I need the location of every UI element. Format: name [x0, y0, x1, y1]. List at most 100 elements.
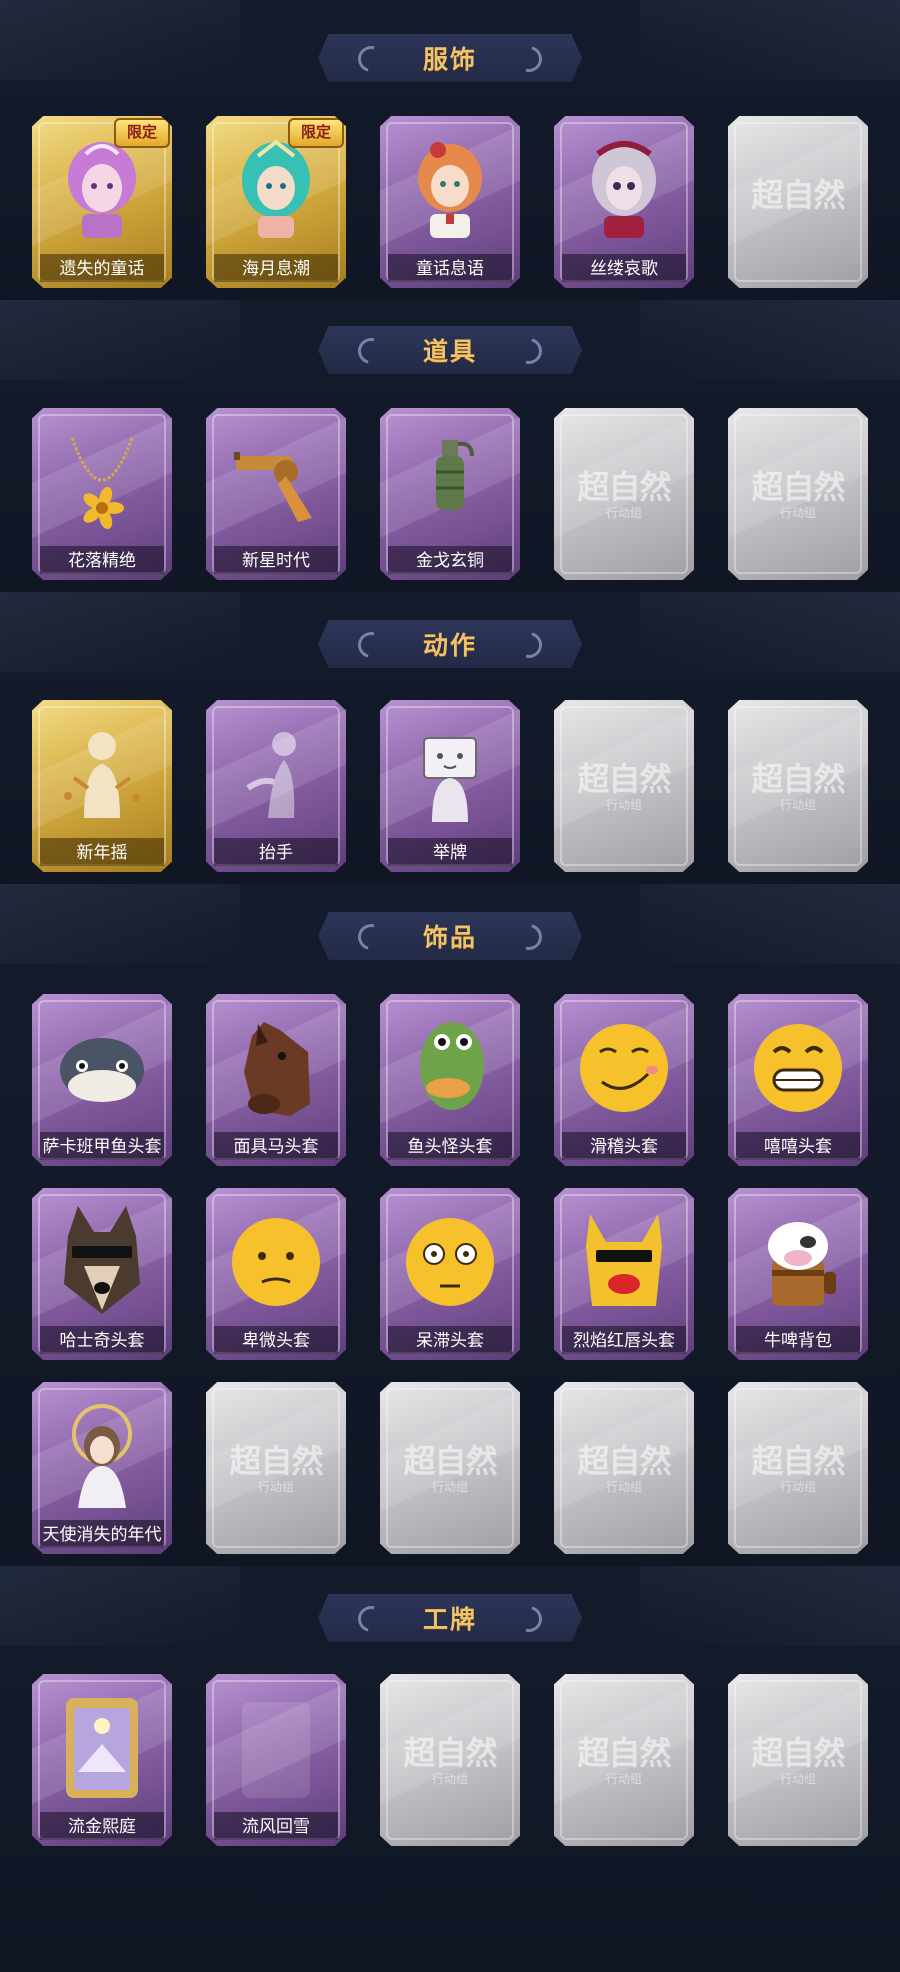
section-title: 工牌	[422, 1605, 477, 1634]
item-name: 鱼头怪头套	[407, 1137, 493, 1157]
item-name: 哈士奇头套	[59, 1331, 145, 1351]
placeholder-logo: 超自然	[577, 1442, 671, 1480]
item-card[interactable]: 卑微头套	[206, 1188, 346, 1360]
item-name: 天使消失的年代	[42, 1525, 162, 1545]
limited-badge: 限定	[288, 118, 344, 148]
section-title: 道具	[422, 337, 477, 366]
section-header-props: 道具	[318, 326, 582, 374]
dance-silhouette-icon	[64, 732, 140, 818]
item-name: 丝缕哀歌	[590, 259, 658, 279]
item-name: 萨卡班甲鱼头套	[42, 1137, 162, 1157]
blank-badge-icon	[242, 1702, 310, 1798]
locked-item-card[interactable]: 超自然 行动组	[728, 700, 868, 872]
locked-item-card[interactable]: 超自然 行动组	[380, 1674, 520, 1846]
item-card[interactable]: 新年摇	[32, 700, 172, 872]
locked-item-card[interactable]: 超自然 行动组	[554, 1674, 694, 1846]
placeholder-logo: 超自然	[751, 468, 845, 506]
item-name: 抬手	[259, 843, 293, 863]
item-name: 新星时代	[242, 551, 310, 571]
section-title: 饰品	[422, 923, 477, 952]
placeholder-logo-subtitle: 行动组	[431, 1772, 468, 1786]
item-card[interactable]: 丝缕哀歌	[554, 116, 694, 288]
blank-stare-emoji-icon	[406, 1218, 494, 1306]
locked-item-card[interactable]: 超自然 行动组	[206, 1382, 346, 1554]
placeholder-logo: 超自然	[751, 1442, 845, 1480]
swirl-ornament-icon	[353, 919, 389, 955]
item-card[interactable]: 鱼头怪头套	[380, 994, 520, 1166]
horse-mask-icon	[244, 1022, 310, 1116]
redhead-girl-portrait	[418, 142, 482, 238]
section-header-clothing: 服饰	[318, 34, 582, 82]
locked-item-card[interactable]: 超自然 行动组	[380, 1382, 520, 1554]
placeholder-logo-subtitle: 行动组	[779, 506, 816, 520]
item-name: 面具马头套	[233, 1137, 319, 1157]
placeholder-logo: 超自然	[403, 1442, 497, 1480]
placeholder-logo-subtitle: 行动组	[779, 1772, 816, 1786]
section-title: 动作	[422, 631, 477, 660]
section-title: 服饰	[422, 45, 477, 74]
sad-emoji-icon	[232, 1218, 320, 1306]
item-card[interactable]: 抬手	[206, 700, 346, 872]
item-card[interactable]: 滑稽头套	[554, 994, 694, 1166]
item-card[interactable]: 新星时代	[206, 408, 346, 580]
item-name: 滑稽头套	[590, 1137, 658, 1157]
item-card[interactable]: 面具马头套	[206, 994, 346, 1166]
revolver-icon	[234, 452, 312, 522]
yellow-mask-red-lips-icon	[586, 1214, 662, 1306]
placeholder-logo: 超自然	[751, 760, 845, 798]
placeholder-logo: 超自然	[577, 760, 671, 798]
item-card[interactable]: 举牌	[380, 700, 520, 872]
item-name: 呆滞头套	[416, 1331, 484, 1351]
item-card[interactable]: 牛啤背包	[728, 1188, 868, 1360]
item-name: 新年摇	[76, 843, 128, 863]
placeholder-logo: 超自然	[577, 468, 671, 506]
item-card[interactable]: 呆滞头套	[380, 1188, 520, 1360]
cow-beer-backpack-icon	[768, 1222, 836, 1306]
item-card[interactable]: 流金熙庭	[32, 1674, 172, 1846]
locked-item-card[interactable]: 超自然 行动组	[554, 1382, 694, 1554]
section-header-accessories: 饰品	[318, 912, 582, 960]
item-card[interactable]: 哈士奇头套	[32, 1188, 172, 1360]
item-card[interactable]: 童话息语	[380, 116, 520, 288]
section-header-badges: 工牌	[318, 1594, 582, 1642]
locked-item-card[interactable]: 超自然	[728, 116, 868, 288]
item-name: 花落精绝	[68, 551, 136, 571]
item-card[interactable]: 遗失的童话 限定	[32, 116, 172, 288]
swirl-ornament-icon	[511, 41, 547, 77]
item-name: 金戈玄铜	[416, 551, 484, 571]
item-card[interactable]: 海月息潮 限定	[206, 116, 346, 288]
limited-badge: 限定	[114, 118, 170, 148]
locked-item-card[interactable]: 超自然 行动组	[728, 1382, 868, 1554]
locked-item-card[interactable]: 超自然 行动组	[728, 408, 868, 580]
grin-emoji-icon	[754, 1024, 842, 1112]
green-fish-monster-icon	[420, 1022, 484, 1110]
grenade-icon	[436, 440, 474, 510]
swirl-ornament-icon	[353, 627, 389, 663]
swirl-ornament-icon	[353, 1601, 389, 1637]
placeholder-logo-subtitle: 行动组	[431, 1480, 468, 1494]
item-card[interactable]: 金戈玄铜	[380, 408, 520, 580]
placeholder-logo-subtitle: 行动组	[605, 1772, 642, 1786]
item-card[interactable]: 嘻嘻头套	[728, 994, 868, 1166]
item-card[interactable]: 花落精绝	[32, 408, 172, 580]
placeholder-logo: 超自然	[751, 1734, 845, 1772]
item-card[interactable]: 天使消失的年代	[32, 1382, 172, 1554]
placeholder-logo-subtitle: 行动组	[779, 798, 816, 812]
hold-sign-icon	[423, 737, 477, 822]
locked-item-card[interactable]: 超自然 行动组	[554, 408, 694, 580]
princess-portrait	[68, 142, 136, 238]
item-name: 流金熙庭	[68, 1817, 136, 1837]
swirl-ornament-icon	[511, 919, 547, 955]
locked-item-card[interactable]: 超自然 行动组	[728, 1674, 868, 1846]
locked-item-card[interactable]: 超自然 行动组	[554, 700, 694, 872]
item-card[interactable]: 萨卡班甲鱼头套	[32, 994, 172, 1166]
item-card[interactable]: 烈焰红唇头套	[554, 1188, 694, 1360]
placeholder-logo-subtitle: 行动组	[605, 506, 642, 520]
placeholder-logo-subtitle: 行动组	[605, 1480, 642, 1494]
placeholder-logo-subtitle: 行动组	[779, 1480, 816, 1494]
section-header-emotes: 动作	[318, 620, 582, 668]
item-name: 卑微头套	[242, 1331, 310, 1351]
item-name: 嘻嘻头套	[764, 1137, 832, 1157]
item-name: 童话息语	[416, 259, 484, 279]
item-card[interactable]: 流风回雪	[206, 1674, 346, 1846]
